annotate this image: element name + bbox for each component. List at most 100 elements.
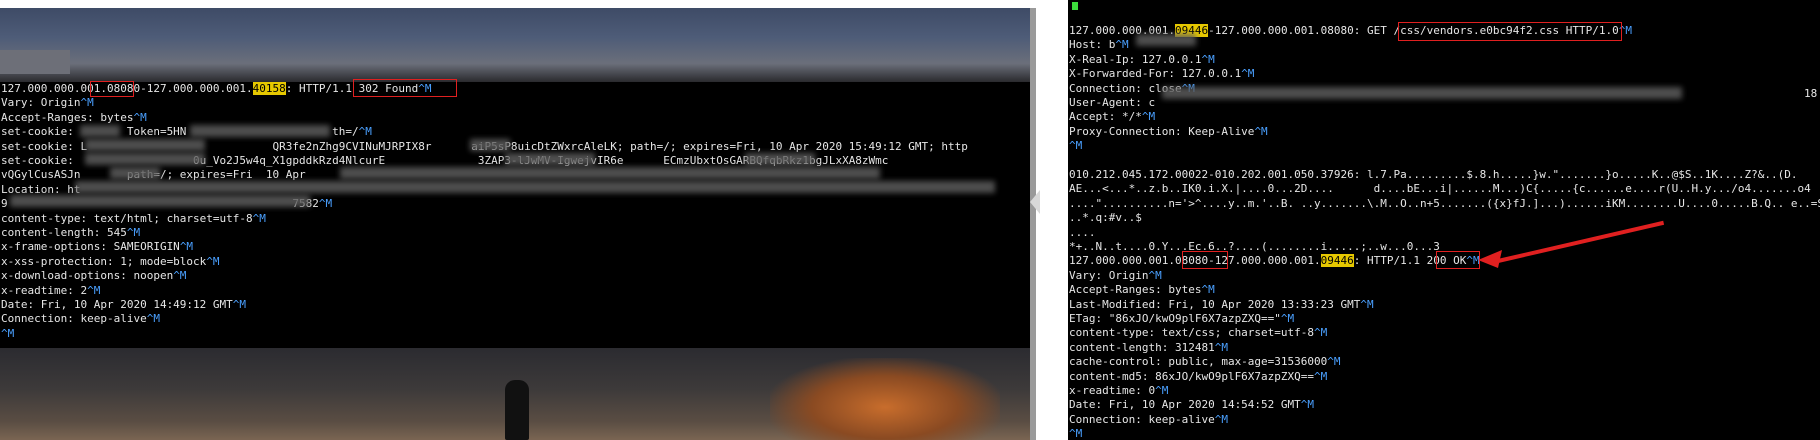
carriage-return-marker: ^M: [173, 269, 187, 283]
wallpaper-silhouette: [505, 380, 529, 440]
right-terminal-line: *+..N..t....0.Y...Ec.6..?....(........i.…: [1069, 240, 1440, 253]
right-terminal-line: Last-Modified: Fri, 10 Apr 2020 13:33:23…: [1069, 297, 1374, 311]
annotation-box-port-08080: [1182, 251, 1228, 269]
redaction-blur: [340, 167, 880, 179]
redaction-blur: [85, 139, 205, 151]
left-terminal-line: Vary: Origin^M: [1, 96, 94, 110]
carriage-return-marker: ^M: [179, 240, 194, 254]
left-terminal-line: Accept-Ranges: bytes^M: [1, 110, 147, 124]
left-terminal-line: x-xss-protection: 1; mode=block^M: [1, 254, 220, 268]
redaction-blur: [80, 125, 120, 137]
carriage-return-marker: ^M: [1360, 297, 1374, 311]
annotation-box-get-path: [1398, 22, 1622, 41]
right-terminal-line: Host: b^M: [1069, 38, 1129, 52]
right-terminal-line: Vary: Origin^M: [1069, 268, 1162, 282]
carriage-return-marker: ^M: [1241, 67, 1255, 81]
carriage-return-marker: ^M: [1314, 369, 1328, 383]
carriage-return-marker: ^M: [358, 125, 372, 139]
left-terminal-line: x-readtime: 2^M: [1, 283, 101, 297]
left-terminal-window[interactable]: 127.000.000.001.08080-127.000.000.001.40…: [0, 8, 1030, 440]
right-terminal-line: X-Real-Ip: 127.0.0.1^M: [1069, 52, 1215, 66]
carriage-return-marker: ^M: [1, 326, 15, 340]
carriage-return-marker: ^M: [1300, 398, 1315, 412]
right-terminal-line: ^M: [1069, 427, 1082, 440]
left-terminal-output[interactable]: 127.000.000.001.08080-127.000.000.001.40…: [0, 79, 1030, 348]
carriage-return-marker: ^M: [206, 254, 220, 268]
right-terminal-line: ^M: [1069, 139, 1082, 153]
carriage-return-marker: ^M: [1069, 139, 1083, 153]
redaction-blur: [110, 167, 160, 179]
redaction-blur: [1136, 34, 1196, 46]
left-terminal-line: content-length: 545^M: [1, 226, 141, 239]
carriage-return-marker: ^M: [1148, 268, 1162, 282]
redaction-blur: [190, 125, 330, 137]
carriage-return-marker: ^M: [1254, 124, 1268, 138]
left-terminal-line: content-type: text/html; charset=utf-8^M: [1, 211, 266, 225]
redaction-blur: [470, 139, 510, 151]
carriage-return-marker: ^M: [318, 197, 333, 211]
carriage-return-marker: ^M: [87, 283, 101, 297]
redaction-blur: [10, 195, 310, 207]
right-terminal-line: content-type: text/css; charset=utf-8^M: [1069, 326, 1328, 340]
left-terminal-line: Date: Fri, 10 Apr 2020 14:49:12 GMT^M: [1, 298, 247, 311]
right-terminal-line: Accept-Ranges: bytes^M: [1069, 283, 1215, 297]
trailing-number: 18: [1804, 87, 1818, 100]
right-terminal-line: content-md5: 86xJO/kwO9plF6X7azpZXQ==^M: [1069, 369, 1328, 383]
redaction-blur: [85, 153, 205, 165]
carriage-return-marker: ^M: [1314, 326, 1328, 340]
right-terminal-line: AE...<...*..z.b..IK0.i.X.|....0...2D....…: [1069, 182, 1811, 196]
carriage-return-marker: ^M: [146, 312, 160, 326]
carriage-return-marker: ^M: [1201, 52, 1215, 66]
carriage-return-marker: ^M: [232, 298, 247, 311]
annotation-arrow: [1497, 220, 1665, 263]
expand-arrow-icon[interactable]: [1030, 190, 1040, 214]
right-terminal-line: x-readtime: 0^M: [1069, 384, 1169, 397]
annotation-box-port-08080: [90, 81, 134, 97]
right-terminal-line: ..*.q:#v..$: [1069, 211, 1142, 225]
right-terminal-line: ...."..........n='>^....y..m.'..B. ..y..…: [1069, 196, 1820, 210]
carriage-return-marker: ^M: [1201, 283, 1215, 297]
carriage-return-marker: ^M: [1115, 38, 1129, 52]
redaction-blur: [505, 153, 595, 165]
carriage-return-marker: ^M: [1327, 355, 1341, 369]
carriage-return-marker: ^M: [1069, 427, 1083, 440]
redaction-blur: [75, 181, 995, 193]
redaction-blur: [1162, 87, 1682, 99]
right-terminal-line: Proxy-Connection: Keep-Alive^M: [1069, 124, 1268, 138]
carriage-return-marker: ^M: [126, 226, 141, 239]
highlighted-port: 40158: [252, 82, 286, 95]
left-terminal-line: ^M: [1, 327, 14, 341]
arrow-head-icon: [1478, 250, 1502, 268]
right-terminal-line: Connection: keep-alive^M: [1069, 412, 1228, 426]
right-terminal-line: 010.212.045.172.00022-010.202.001.050.37…: [1069, 168, 1798, 181]
right-terminal-line: User-Agent: c: [1069, 96, 1156, 109]
right-terminal-line: ETag: "86xJO/kwO9plF6X7azpZXQ=="^M: [1069, 312, 1295, 325]
terminal-cursor: [1072, 2, 1078, 10]
right-terminal-window[interactable]: 127.000.000.001.09446-127.000.000.001.08…: [1068, 0, 1820, 440]
carriage-return-marker: ^M: [1141, 110, 1156, 124]
carriage-return-marker: ^M: [1280, 312, 1295, 325]
right-terminal-line: ....: [1069, 225, 1096, 239]
carriage-return-marker: ^M: [252, 211, 266, 225]
right-terminal-line: content-length: 312481^M: [1069, 340, 1228, 354]
annotation-box-302-found: [353, 79, 457, 97]
right-terminal-line: X-Forwarded-For: 127.0.0.1^M: [1069, 67, 1255, 81]
wallpaper-top: [0, 8, 1030, 82]
annotation-box-200-ok: [1436, 251, 1480, 269]
right-terminal-line: Accept: */*^M: [1069, 110, 1156, 124]
carriage-return-marker: ^M: [133, 110, 147, 124]
wallpaper-sunset: [770, 358, 1000, 440]
wallpaper-artifact: [0, 50, 70, 74]
left-terminal-line: x-download-options: noopen^M: [1, 269, 187, 283]
carriage-return-marker: ^M: [1214, 412, 1228, 426]
left-terminal-line: x-frame-options: SAMEORIGIN^M: [1, 240, 194, 254]
right-terminal-line: Date: Fri, 10 Apr 2020 14:54:52 GMT^M: [1069, 398, 1315, 412]
highlighted-port: 09446: [1320, 254, 1354, 268]
carriage-return-marker: ^M: [1155, 384, 1169, 397]
right-terminal-line: 127.000.000.001.08080-127.000.000.001.09…: [1069, 254, 1480, 268]
right-terminal-line: cache-control: public, max-age=31536000^…: [1069, 355, 1341, 369]
carriage-return-marker: ^M: [80, 96, 94, 110]
redaction-blur: [745, 153, 815, 165]
left-terminal-line: Connection: keep-alive^M: [1, 312, 160, 326]
window-separator[interactable]: [1030, 8, 1036, 440]
